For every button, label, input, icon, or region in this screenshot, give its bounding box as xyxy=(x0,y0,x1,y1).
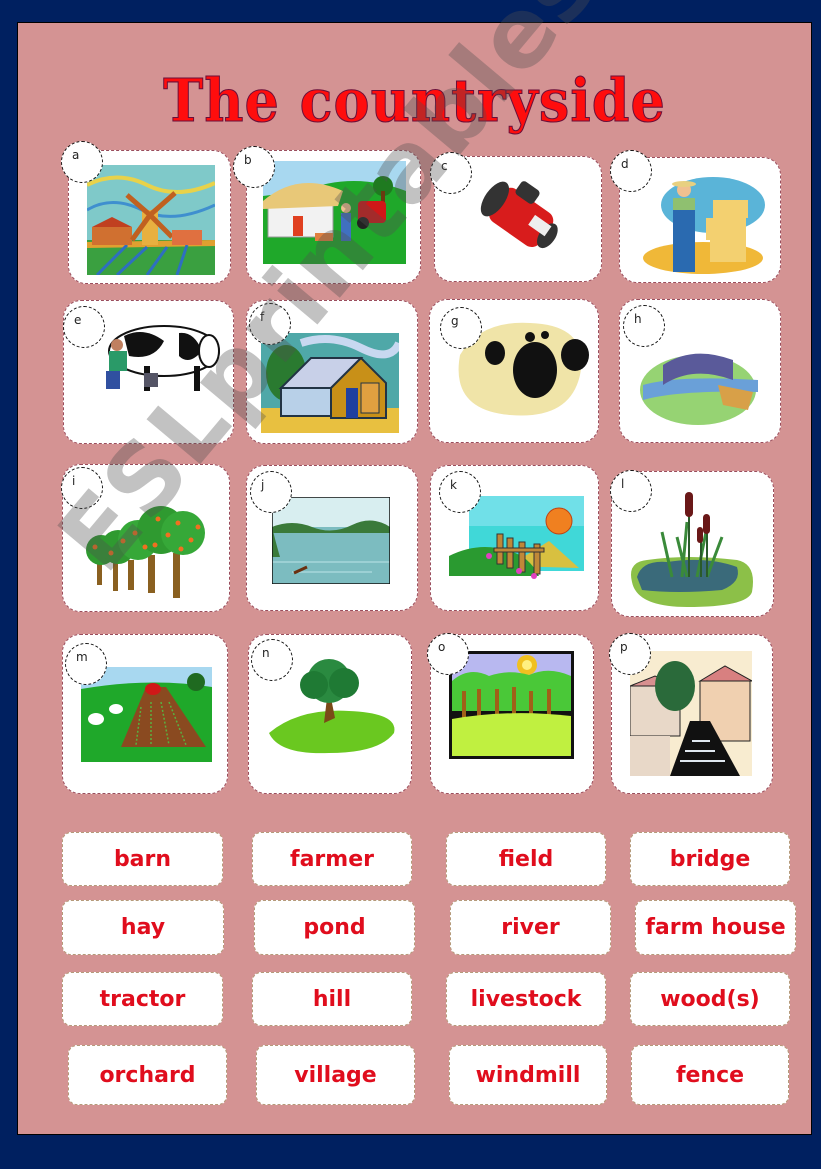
letter-label-f: f xyxy=(249,303,291,345)
word-card-windmill[interactable]: windmill xyxy=(449,1045,607,1105)
picture-card-m[interactable]: m xyxy=(62,634,228,794)
worksheet-title: The countryside xyxy=(163,64,666,136)
picture-card-k[interactable]: k xyxy=(430,465,599,611)
farm-house-picture xyxy=(263,161,406,264)
letter-label-d: d xyxy=(610,150,652,192)
word-card-field[interactable]: field xyxy=(446,832,606,886)
word-card-river[interactable]: river xyxy=(450,900,611,955)
tractor-picture xyxy=(470,167,570,271)
letter-label-c: c xyxy=(430,152,472,194)
word-card-bridge[interactable]: bridge xyxy=(630,832,790,886)
windmill-picture xyxy=(87,165,215,275)
letter-label-a: a xyxy=(61,141,103,183)
letter-label-l: l xyxy=(610,470,652,512)
letter-label-g: g xyxy=(440,307,482,349)
word-card-farmer[interactable]: farmer xyxy=(252,832,412,886)
word-card-farm-house[interactable]: farm house xyxy=(635,900,796,955)
letter-label-p: p xyxy=(609,633,651,675)
word-card-fence[interactable]: fence xyxy=(631,1045,789,1105)
picture-card-n[interactable]: n xyxy=(248,634,412,794)
field-picture xyxy=(81,667,212,762)
word-card-hay[interactable]: hay xyxy=(62,900,224,955)
word-card-village[interactable]: village xyxy=(256,1045,415,1105)
village-picture xyxy=(630,651,752,776)
word-card-hill[interactable]: hill xyxy=(252,972,412,1026)
letter-label-h: h xyxy=(623,305,665,347)
picture-card-l[interactable]: l xyxy=(610,470,774,617)
letter-label-i: i xyxy=(61,467,103,509)
picture-card-j[interactable]: j xyxy=(246,465,418,611)
word-card-barn[interactable]: barn xyxy=(62,832,223,886)
word-card-pond[interactable]: pond xyxy=(254,900,415,955)
livestock-picture xyxy=(84,311,229,401)
letter-label-j: j xyxy=(250,471,292,513)
orchard-picture xyxy=(83,505,208,600)
letter-label-o: o xyxy=(427,633,469,675)
picture-card-c[interactable]: c xyxy=(430,152,602,282)
picture-card-d[interactable]: d xyxy=(610,150,781,283)
barn-picture xyxy=(261,333,399,433)
picture-card-a[interactable]: a xyxy=(61,141,231,284)
picture-card-g[interactable]: g xyxy=(429,299,599,443)
letter-label-b: b xyxy=(233,146,275,188)
river-picture xyxy=(272,497,390,584)
picture-card-i[interactable]: i xyxy=(61,464,230,612)
letter-label-k: k xyxy=(439,471,481,513)
letter-label-m: m xyxy=(65,643,107,685)
picture-card-p[interactable]: p xyxy=(609,633,773,794)
bridge-picture xyxy=(638,330,763,435)
picture-card-b[interactable]: b xyxy=(233,146,421,284)
picture-card-h[interactable]: h xyxy=(619,299,781,443)
word-card-orchard[interactable]: orchard xyxy=(68,1045,227,1105)
word-card-woods[interactable]: wood(s) xyxy=(630,972,790,1026)
picture-card-e[interactable]: e xyxy=(63,300,234,444)
picture-card-f[interactable]: f xyxy=(246,300,418,444)
letter-label-n: n xyxy=(251,639,293,681)
farmer-picture xyxy=(638,170,768,276)
word-card-tractor[interactable]: tractor xyxy=(62,972,223,1026)
word-card-livestock[interactable]: livestock xyxy=(446,972,606,1026)
woods-picture xyxy=(449,651,574,759)
letter-label-e: e xyxy=(63,306,105,348)
picture-card-o[interactable]: o xyxy=(427,633,594,794)
